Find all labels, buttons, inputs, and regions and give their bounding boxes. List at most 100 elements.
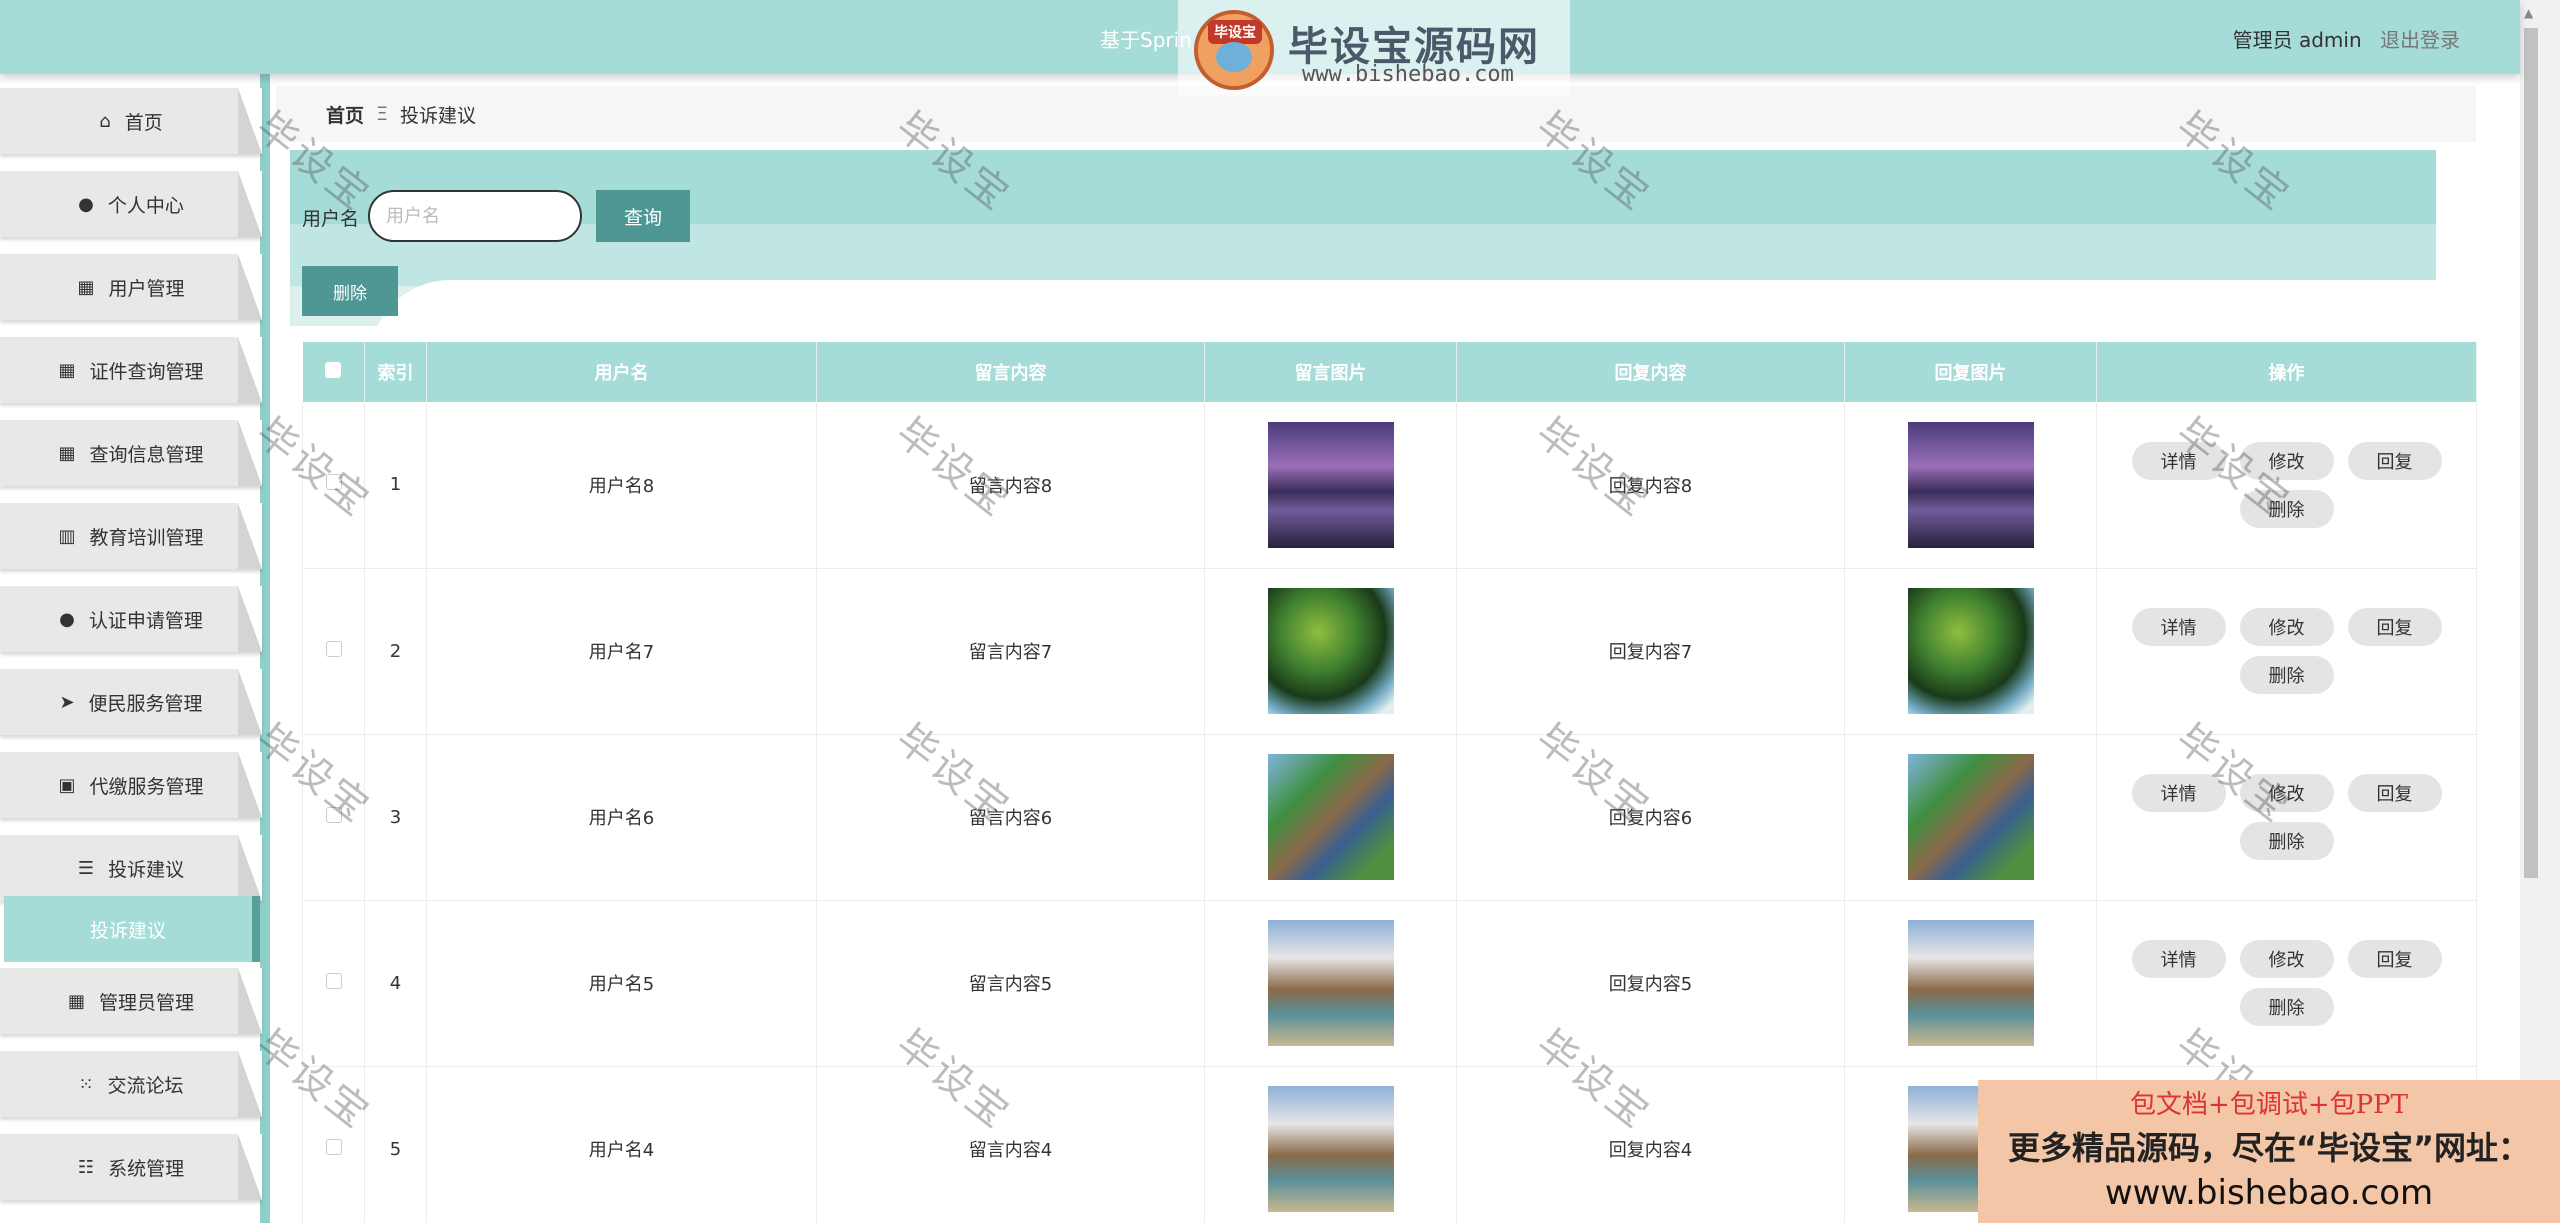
row-message: 留言内容5 [816,900,1205,1067]
site-logo-watermark: 毕设宝 毕设宝源码网 www.bishebao.com [1178,0,1570,96]
logout-link[interactable]: 退出登录 [2380,28,2460,52]
admin-label: 管理员 admin [2232,28,2362,52]
row-checkbox[interactable] [325,640,342,657]
row-username: 用户名6 [426,734,817,901]
person-icon: ● [78,193,94,215]
table-row: 4 用户名5 留言内容5 回复内容5 详情 修改 回复 删除 [302,900,2477,1067]
detail-button[interactable]: 详情 [2131,608,2226,646]
sidebar-item-label: 代缴服务管理 [89,775,204,798]
select-all-checkbox[interactable] [325,361,342,378]
reply-image[interactable] [1907,754,2034,880]
row-username: 用户名8 [426,402,817,569]
ad-line-1: 包文档+包调试+包PPT [2130,1090,2408,1120]
row-reply: 回复内容4 [1456,1066,1845,1223]
row-reply: 回复内容6 [1456,734,1845,901]
username-search-label: 用户名 [302,208,360,230]
clipboard-icon: ▣ [58,774,76,796]
delete-button[interactable]: 删除 [2239,656,2334,694]
ad-line-3: www.bishebao.com [2104,1173,2434,1213]
message-image[interactable] [1267,1086,1394,1212]
bulb-icon: ● [59,608,75,630]
row-checkbox[interactable] [325,1138,342,1155]
reply-button[interactable]: 回复 [2347,940,2442,978]
book-icon: ▥ [58,525,76,547]
home-icon: ⌂ [99,110,111,132]
submenu-item-complaints[interactable]: 投诉建议 [4,896,260,962]
sidebar-item-forum[interactable]: ⁙ 交流论坛 [0,1051,262,1117]
delete-button[interactable]: 删除 [2239,489,2334,528]
row-actions: 详情 修改 回复 删除 [2122,608,2452,694]
sidebar-item-admin-management[interactable]: ▦ 管理员管理 [0,968,262,1034]
reply-image[interactable] [1907,588,2034,714]
sidebar-item-public-service[interactable]: ➤ 便民服务管理 [0,669,262,735]
batch-delete-button[interactable]: 删除 [302,266,398,316]
column-header: 回复图片 [1844,342,2097,402]
row-username: 用户名5 [426,900,817,1067]
row-username: 用户名7 [426,568,817,735]
sidebar-item-certification-application[interactable]: ● 认证申请管理 [0,586,262,652]
edit-button[interactable]: 修改 [2239,441,2334,480]
breadcrumb-separator-icon: Ξ [376,103,389,125]
detail-button[interactable]: 详情 [2131,940,2226,978]
delete-button[interactable]: 删除 [2239,988,2334,1026]
edit-button[interactable]: 修改 [2239,608,2334,646]
sidebar-item-user-management[interactable]: ▦ 用户管理 [0,254,262,320]
sidebar-item-home[interactable]: ⌂ 首页 [0,88,262,154]
reply-image[interactable] [1907,421,2034,548]
column-header: 操作 [2096,342,2477,402]
sidebar-item-label: 证件查询管理 [89,360,204,383]
row-index: 5 [364,1066,427,1223]
reply-button[interactable]: 回复 [2347,774,2442,812]
row-message: 留言内容4 [816,1066,1205,1223]
column-header: 用户名 [426,342,817,402]
scroll-up-arrow-icon[interactable]: ▲ [2524,6,2533,20]
sidebar-item-query-info[interactable]: ▦ 查询信息管理 [0,420,262,486]
send-icon: ➤ [59,691,75,713]
detail-button[interactable]: 详情 [2131,774,2226,812]
sidebar-item-label: 个人中心 [107,194,184,217]
column-header: 留言图片 [1204,342,1457,402]
sidebar-item-personal-center[interactable]: ● 个人中心 [0,171,262,237]
row-checkbox[interactable] [325,972,342,989]
sidebar-item-system-management[interactable]: ☷ 系统管理 [0,1134,262,1200]
reply-button[interactable]: 回复 [2347,441,2442,480]
row-reply: 回复内容7 [1456,568,1845,735]
ad-banner[interactable]: 包文档+包调试+包PPT 更多精品源码，尽在“毕设宝”网址： www.bishe… [1978,1080,2560,1223]
breadcrumb-home[interactable]: 首页 [326,101,364,128]
sidebar-item-label: 投诉建议 [108,858,185,881]
edit-button[interactable]: 修改 [2239,940,2334,978]
sidebar-item-label: 教育培训管理 [89,526,204,549]
sidebar-item-education-training[interactable]: ▥ 教育培训管理 [0,503,262,569]
apps-icon: ⁙ [78,1073,94,1095]
sidebar-item-label: 管理员管理 [99,991,195,1014]
sidebar-item-payment-service[interactable]: ▣ 代缴服务管理 [0,752,262,818]
row-checkbox[interactable] [325,806,342,823]
row-checkbox[interactable] [325,474,342,491]
grid-icon: ▦ [58,359,76,381]
row-actions: 详情 修改 回复 删除 [2122,774,2452,860]
column-header: 索引 [364,342,427,402]
username-search-input[interactable] [368,190,582,242]
row-actions: 详情 修改 回复 删除 [2122,441,2452,528]
reply-button[interactable]: 回复 [2347,608,2442,646]
user-area: 管理员 admin 退出登录 [2233,24,2460,53]
sidebar-item-complaints[interactable]: ☰ 投诉建议 [0,835,262,901]
reply-image[interactable] [1907,920,2034,1046]
message-image[interactable] [1267,754,1394,880]
column-header: 回复内容 [1456,342,1845,402]
page-scrollbar[interactable]: ▲ [2520,0,2560,1223]
query-button[interactable]: 查询 [596,190,690,242]
sidebar-item-certificate-query[interactable]: ▦ 证件查询管理 [0,337,262,403]
edit-button[interactable]: 修改 [2239,774,2334,812]
sidebar-item-label: 用户管理 [108,277,185,300]
scrollbar-thumb[interactable] [2524,28,2538,878]
message-image[interactable] [1267,421,1394,548]
sidebar-item-label: 交流论坛 [107,1074,184,1097]
detail-button[interactable]: 详情 [2131,441,2226,480]
row-username: 用户名4 [426,1066,817,1223]
message-image[interactable] [1267,920,1394,1046]
delete-button[interactable]: 删除 [2239,822,2334,860]
table-row: 1 用户名8 留言内容8 回复内容8 详情 修改 回复 删除 [302,402,2477,569]
table-row: 2 用户名7 留言内容7 回复内容7 详情 修改 回复 删除 [302,568,2477,735]
message-image[interactable] [1267,588,1394,714]
